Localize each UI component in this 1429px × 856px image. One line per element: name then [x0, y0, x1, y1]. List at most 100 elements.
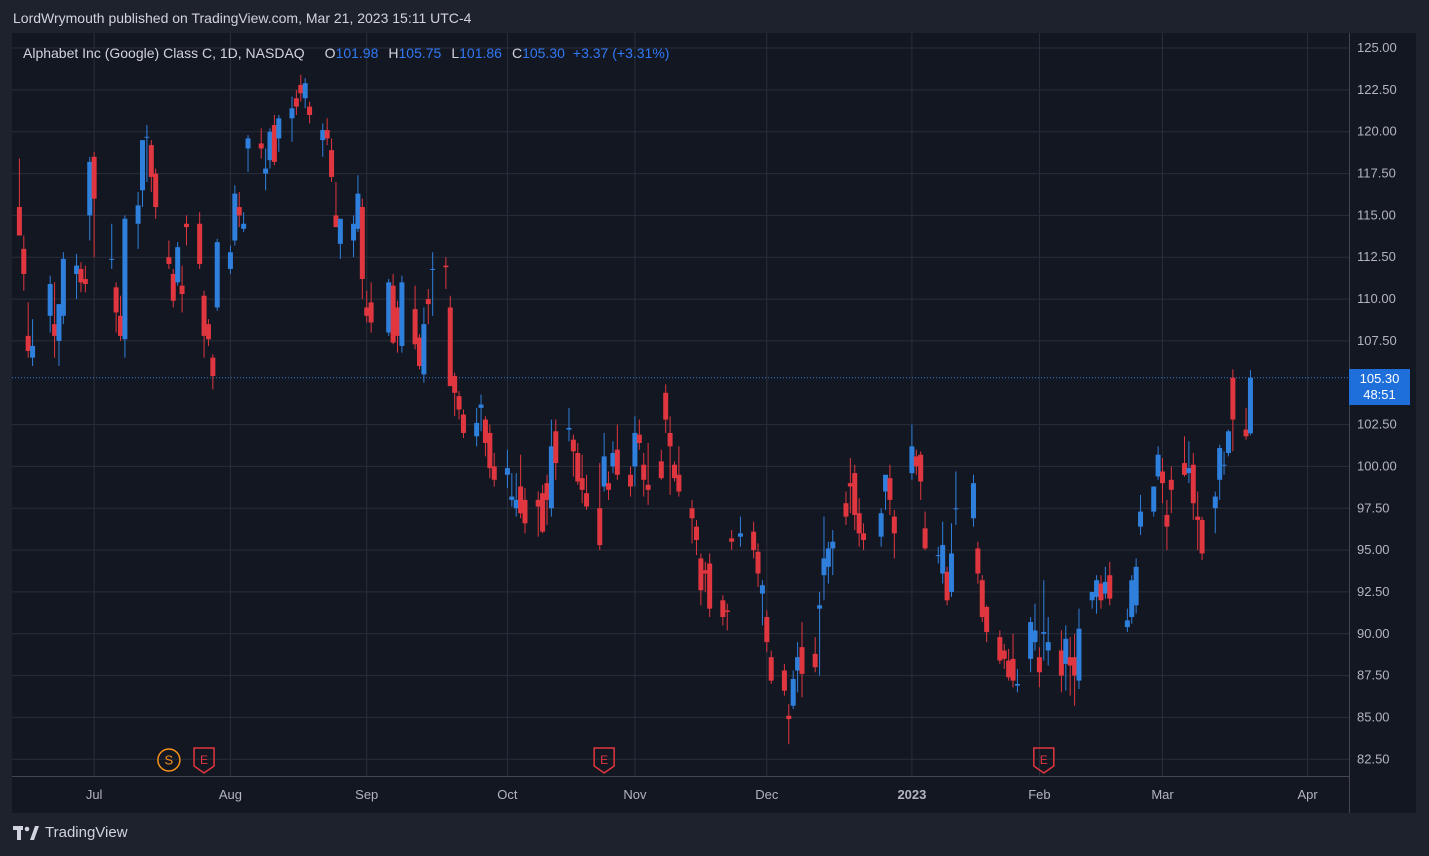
candle — [56, 304, 62, 367]
candle-body — [729, 538, 735, 542]
candle-body — [1195, 516, 1201, 520]
candle-body — [913, 456, 919, 467]
candle-body — [566, 427, 572, 430]
x-tick-label: 2023 — [897, 787, 926, 802]
candle-body — [460, 414, 466, 433]
candle — [425, 289, 431, 325]
candle-body — [544, 483, 550, 500]
y-tick-label: 100.00 — [1357, 458, 1397, 473]
candle — [856, 498, 862, 547]
candle — [447, 295, 453, 387]
candle — [1243, 407, 1249, 440]
candle-body — [60, 258, 66, 316]
candlestick-chart[interactable]: S E E E 125.00 122.50 120.00 117.50 115.00 112.5… — [12, 33, 1416, 813]
candle-body — [1133, 566, 1139, 606]
candle — [1045, 617, 1051, 666]
candle-body — [667, 432, 673, 447]
candle-body — [30, 345, 36, 358]
y-tick-label: 85.00 — [1357, 709, 1390, 724]
candle-body — [183, 223, 189, 228]
candle — [632, 416, 638, 487]
candle-body — [452, 376, 458, 393]
candle-body — [1151, 486, 1157, 512]
candle-body — [1006, 660, 1012, 678]
candle — [298, 74, 304, 102]
candle-body — [883, 474, 889, 492]
candle-body — [21, 248, 27, 274]
x-tick-label: Jul — [86, 787, 103, 802]
candle-body — [289, 108, 295, 119]
candle-body — [948, 553, 954, 592]
candle-body — [504, 468, 510, 475]
candle — [984, 605, 990, 643]
candle — [113, 282, 119, 333]
candle — [109, 223, 115, 269]
y-tick-label: 117.50 — [1357, 166, 1396, 181]
candle — [135, 191, 141, 249]
x-tick-label: Sep — [355, 787, 378, 802]
candle-body — [1001, 650, 1007, 659]
candle — [504, 449, 510, 489]
candle — [148, 140, 154, 192]
candle-body — [887, 478, 893, 500]
candle-body — [1212, 496, 1218, 509]
candle-body — [1129, 580, 1135, 618]
candle — [21, 235, 27, 291]
candle-body — [267, 131, 273, 161]
symbol-title: Alphabet Inc (Google) Class C, 1D, NASDA… — [23, 45, 305, 61]
candle-body — [170, 273, 176, 301]
candle-body — [1094, 580, 1100, 597]
candle — [337, 218, 343, 259]
candle-body — [1225, 431, 1231, 454]
brand-name: TradingView — [45, 824, 128, 841]
candle-body — [856, 513, 862, 534]
tradingview-brand[interactable]: TradingView — [13, 824, 128, 841]
candle — [293, 89, 299, 115]
earnings-label: E — [1040, 753, 1048, 767]
candle — [1199, 516, 1205, 561]
candle-body — [205, 324, 211, 340]
candle-body — [702, 570, 708, 574]
candle — [614, 424, 620, 480]
y-tick-label: 120.00 — [1357, 124, 1397, 139]
candle-body — [970, 483, 976, 519]
candle — [970, 474, 976, 527]
candle — [263, 148, 269, 191]
candle-body — [737, 533, 743, 537]
candle — [663, 384, 669, 433]
bar-countdown: 48:51 — [1363, 386, 1396, 402]
candle-body — [1155, 454, 1161, 477]
candle-body — [847, 483, 853, 487]
candle — [25, 302, 31, 358]
candle-body — [320, 130, 326, 141]
candle — [935, 546, 941, 564]
candle-body — [364, 307, 370, 316]
candle — [1094, 575, 1100, 614]
chart-area[interactable]: S E E E 125.00 122.50 120.00 117.50 115.00 112.5… — [12, 33, 1416, 813]
candle-body — [1032, 630, 1038, 643]
candle — [276, 114, 282, 152]
candle-body — [636, 434, 642, 443]
candle-body — [390, 285, 396, 343]
candle — [887, 464, 893, 515]
candle — [812, 637, 818, 673]
candle-body — [276, 118, 282, 139]
candle — [491, 453, 497, 487]
candle-body — [799, 647, 805, 674]
candle-body — [1181, 463, 1187, 475]
candle — [641, 453, 647, 497]
candle — [82, 265, 88, 293]
candle-body — [922, 528, 928, 549]
candle-body — [425, 299, 431, 305]
candle — [201, 290, 207, 358]
candle — [1089, 591, 1095, 609]
candle-body — [263, 168, 269, 174]
earnings-label: E — [200, 753, 208, 767]
candle — [522, 488, 528, 534]
candle-body — [1045, 642, 1051, 651]
candle — [737, 516, 743, 547]
candle-body — [1067, 657, 1073, 666]
candle — [1221, 451, 1227, 475]
candle-body — [148, 145, 154, 177]
candle-body — [175, 247, 181, 283]
